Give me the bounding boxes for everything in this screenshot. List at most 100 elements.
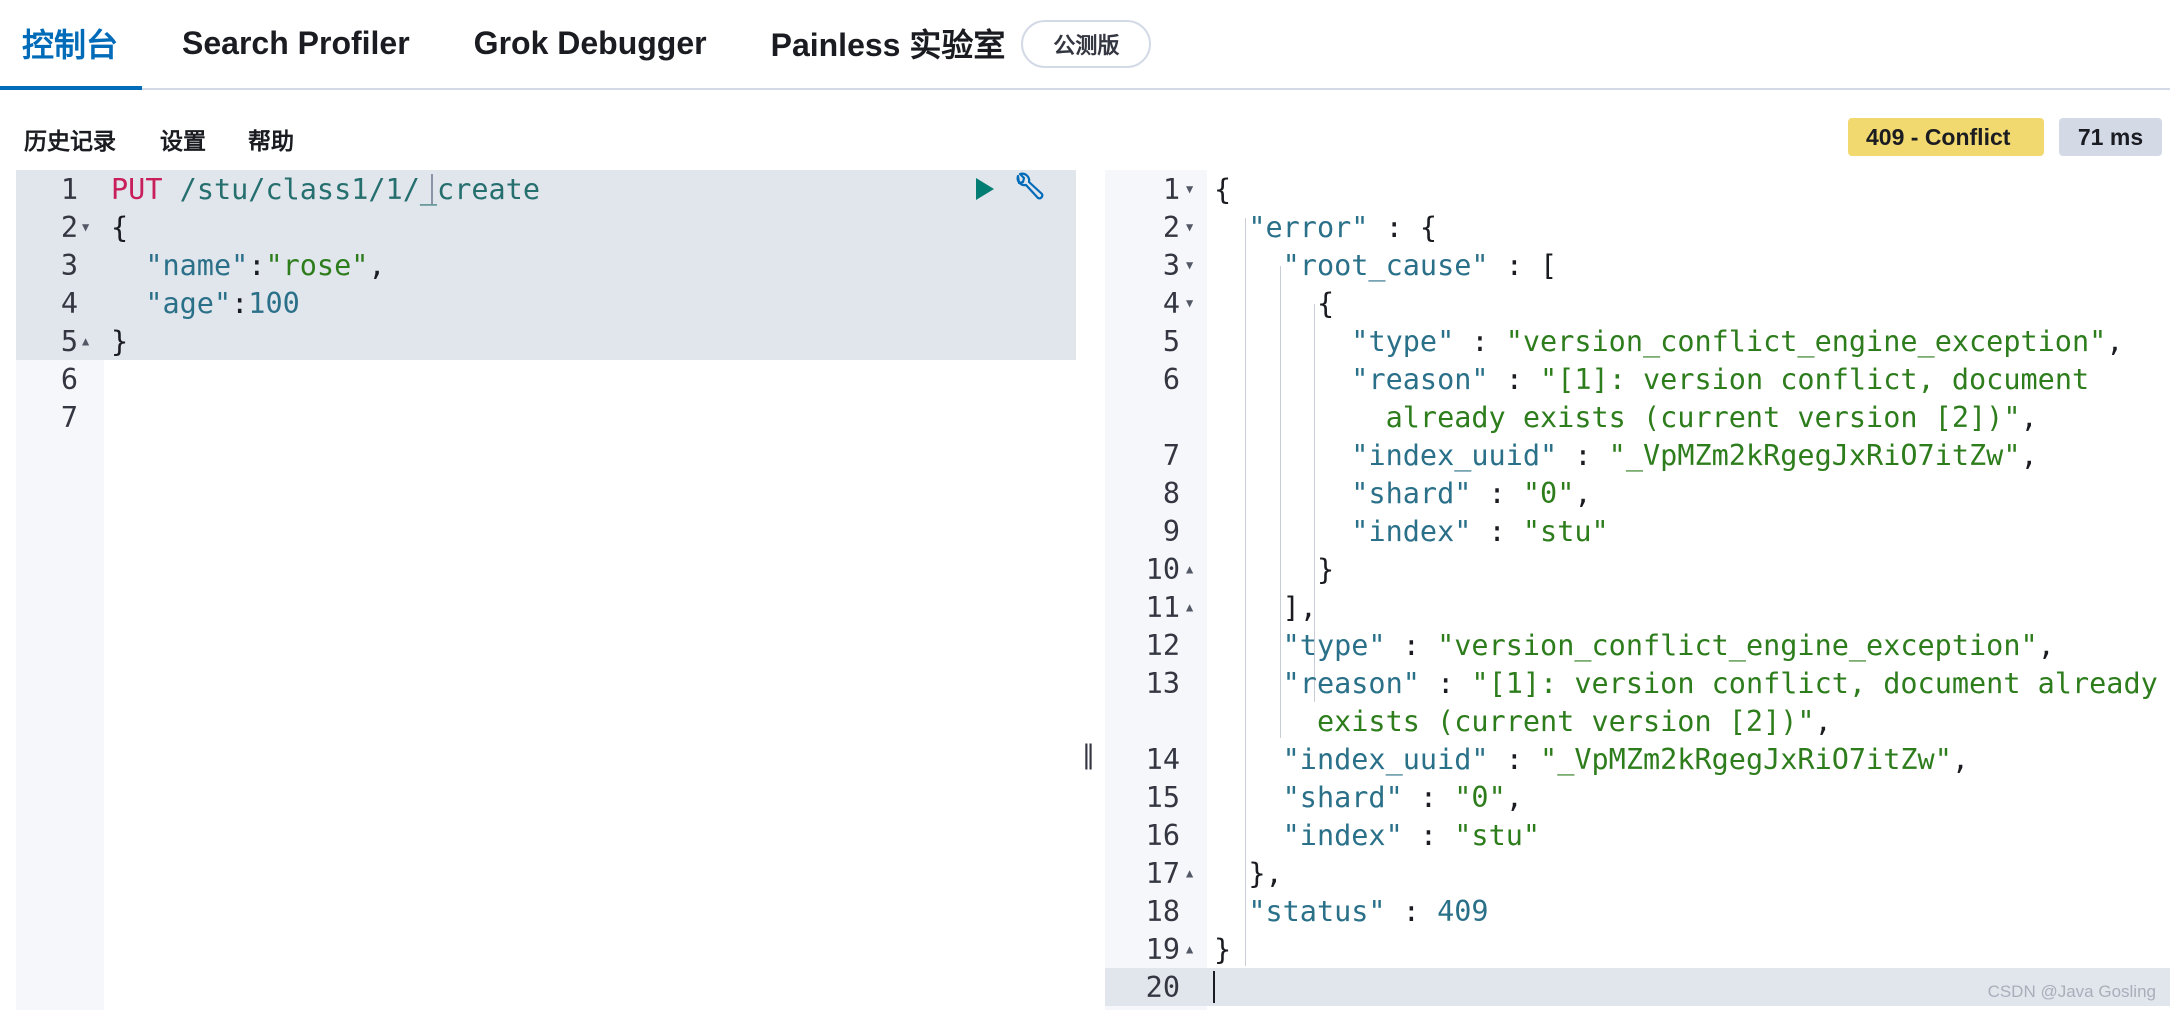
code-text: {	[1214, 172, 1232, 206]
line-number: 11	[1145, 590, 1180, 624]
code-text: }	[1214, 552, 1335, 586]
editor-line: 4 "age":100	[16, 284, 1076, 322]
fold-down-icon[interactable]: ▼	[1186, 296, 1193, 310]
line-number: 13	[1145, 666, 1180, 700]
line-number: 2	[1162, 210, 1180, 244]
editor-line: 17 ▲ },	[1105, 854, 2170, 892]
line-number: 4	[1162, 286, 1180, 320]
tab-painless-lab[interactable]: Painless 实验室	[749, 0, 1022, 88]
tab-search-profiler[interactable]: Search Profiler	[160, 0, 432, 88]
history-link[interactable]: 历史记录	[24, 122, 116, 156]
line-number: 5	[60, 324, 78, 358]
tab-console[interactable]: 控制台	[0, 0, 143, 90]
fold-down-icon[interactable]: ▼	[82, 220, 89, 234]
editor-line: 11 ▲ ],	[1105, 588, 2170, 626]
play-icon[interactable]	[970, 175, 998, 203]
code-text: exists (current version [2])",	[1316, 704, 1832, 738]
code-text: "shard" : "0",	[1351, 476, 1592, 510]
fold-down-icon[interactable]: ▼	[1186, 182, 1193, 196]
fold-up-icon[interactable]: ▲	[1186, 600, 1193, 614]
editor-line-wrap: exists (current version [2])",	[1105, 702, 2170, 740]
code-text: "index_uuid" : "_VpMZm2kRgegJxRiO7itZw",	[1282, 742, 1970, 776]
help-link[interactable]: 帮助	[248, 122, 294, 156]
editor-line: 7	[16, 398, 1076, 436]
fold-down-icon[interactable]: ▼	[1186, 220, 1193, 234]
text-cursor	[431, 174, 433, 204]
code-text: "reason" : "[1]: version conflict, docum…	[1351, 362, 2090, 396]
beta-badge: 公测版	[1021, 20, 1152, 68]
editor-line: 19 ▲ }	[1105, 930, 2170, 968]
settings-link[interactable]: 设置	[160, 122, 206, 156]
request-path: /stu/class1/1/_create	[179, 172, 540, 206]
fold-up-icon[interactable]: ▲	[82, 334, 89, 348]
editor-line: 3 "name":"rose",	[16, 246, 1076, 284]
console-toolbar: 历史记录 设置 帮助 409 - Conflict 71 ms	[0, 118, 2170, 158]
line-number: 1	[60, 172, 78, 206]
editor-line: 2 ▼ {	[16, 208, 1076, 246]
code-text: "status" : 409	[1248, 894, 1489, 928]
code-text: "index" : "stu"	[1282, 818, 1541, 852]
code-text: }	[1214, 932, 1232, 966]
line-number: 3	[1162, 248, 1180, 282]
fold-up-icon[interactable]: ▲	[1186, 562, 1193, 576]
editor-line: 6	[16, 360, 1076, 398]
line-number: 10	[1145, 552, 1180, 586]
fold-down-icon[interactable]: ▼	[1186, 258, 1193, 272]
editor-line: 13 "reason" : "[1]: version conflict, do…	[1105, 664, 2170, 702]
request-line-code: PUT /stu/class1/1/_create	[111, 173, 540, 206]
line-number: 6	[1162, 362, 1180, 396]
code-text: "error" : {	[1248, 210, 1438, 244]
code-text: {	[1214, 286, 1335, 320]
editor-line: 1 ▼ {	[1105, 170, 2170, 208]
line-number: 1	[1162, 172, 1180, 206]
response-editor: 1 ▼ { 2 ▼ "error" : { 3 ▼ "root_cause" :…	[1105, 170, 2170, 1010]
line-number: 3	[60, 248, 78, 282]
editor-line: 8 "shard" : "0",	[1105, 474, 2170, 512]
editor-line: 4 ▼ {	[1105, 284, 2170, 322]
fold-up-icon[interactable]: ▲	[1186, 866, 1193, 880]
code-text: "index" : "stu"	[1351, 514, 1609, 548]
line-number: 5	[1162, 324, 1180, 358]
fold-up-icon[interactable]: ▲	[1186, 942, 1193, 956]
line-number: 20	[1145, 970, 1180, 1004]
editor-line: 9 "index" : "stu"	[1105, 512, 2170, 550]
code-text: "age":100	[145, 286, 300, 320]
editor-line: 16 "index" : "stu"	[1105, 816, 2170, 854]
line-number: 7	[1162, 438, 1180, 472]
code-text: already exists (current version [2])",	[1385, 400, 2038, 434]
code-text: "type" : "version_conflict_engine_except…	[1282, 628, 2055, 662]
editor-line-wrap: already exists (current version [2])",	[1105, 398, 2170, 436]
code-text: },	[1214, 856, 1283, 890]
editor-line: 12 "type" : "version_conflict_engine_exc…	[1105, 626, 2170, 664]
editor-line: 1 PUT /stu/class1/1/_create	[16, 170, 1076, 208]
top-nav-tabs: 控制台 Search Profiler Grok Debugger Painle…	[0, 0, 2170, 90]
editor-line: 14 "index_uuid" : "_VpMZm2kRgegJxRiO7itZ…	[1105, 740, 2170, 778]
editor-line: 5 ▲ }	[16, 322, 1076, 360]
code-text: {	[111, 210, 129, 244]
code-text: "name":"rose",	[145, 248, 386, 282]
code-text: "index_uuid" : "_VpMZm2kRgegJxRiO7itZw",	[1351, 438, 2038, 472]
line-number: 7	[60, 400, 78, 434]
editor-line: 18 "status" : 409	[1105, 892, 2170, 930]
wrench-icon[interactable]	[1010, 172, 1046, 206]
editor-line: 6 "reason" : "[1]: version conflict, doc…	[1105, 360, 2170, 398]
resize-handle[interactable]: ‖	[1082, 740, 1095, 770]
code-text: ],	[1214, 590, 1317, 624]
editor-line: 10 ▲ }	[1105, 550, 2170, 588]
code-text: "type" : "version_conflict_engine_except…	[1351, 324, 2124, 358]
watermark: CSDN @Java Gosling	[1987, 982, 2156, 1001]
line-number: 2	[60, 210, 78, 244]
code-text: "shard" : "0",	[1282, 780, 1523, 814]
code-text: }	[111, 324, 129, 358]
line-number: 15	[1145, 780, 1180, 814]
code-text: "root_cause" : [	[1282, 248, 1558, 282]
line-number: 18	[1145, 894, 1180, 928]
line-number: 9	[1162, 514, 1180, 548]
editor-line: 2 ▼ "error" : {	[1105, 208, 2170, 246]
request-editor[interactable]: 1 PUT /stu/class1/1/_create 2 ▼ { 3 "nam…	[16, 170, 1076, 1010]
line-number: 6	[60, 362, 78, 396]
tab-grok-debugger[interactable]: Grok Debugger	[452, 0, 729, 88]
editor-line: 15 "shard" : "0",	[1105, 778, 2170, 816]
status-code-badge: 409 - Conflict	[1848, 118, 2044, 156]
editor-line: 7 "index_uuid" : "_VpMZm2kRgegJxRiO7itZw…	[1105, 436, 2170, 474]
